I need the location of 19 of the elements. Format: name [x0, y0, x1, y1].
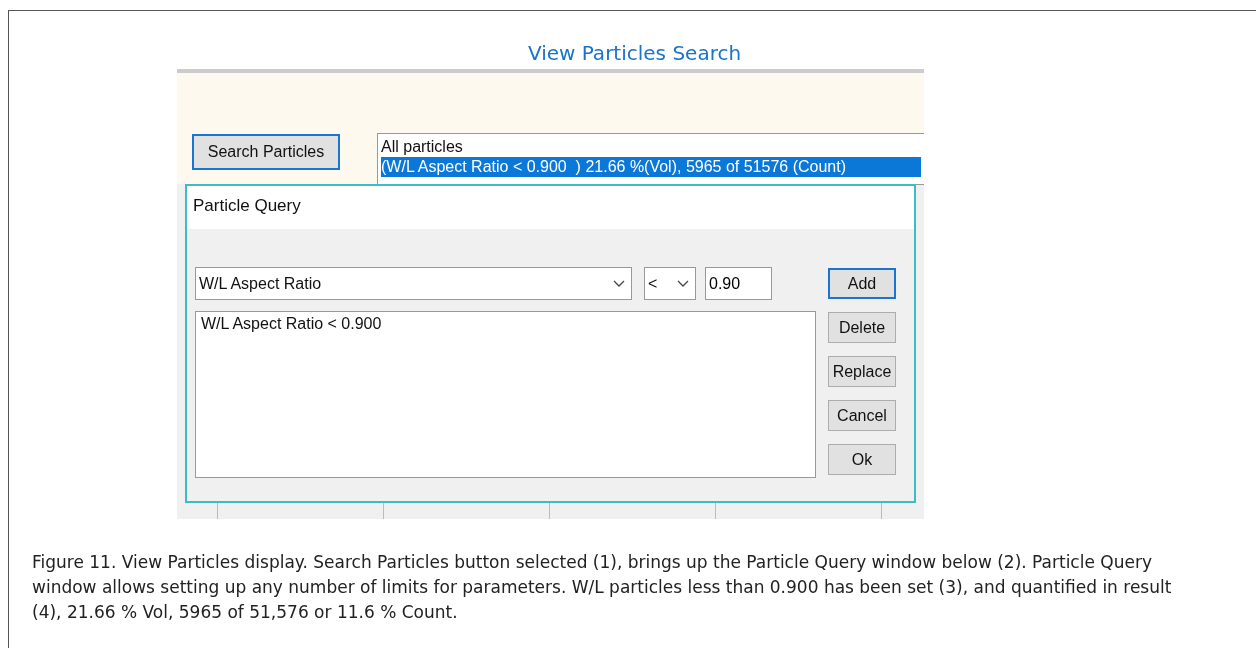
- condition-item[interactable]: W/L Aspect Ratio < 0.900: [201, 315, 810, 333]
- dialog-button[interactable]: Cancel: [828, 400, 896, 431]
- chevron-down-icon: [613, 279, 625, 288]
- results-list-item[interactable]: All particles: [381, 137, 921, 157]
- dialog-title: Particle Query: [187, 186, 914, 229]
- chevron-down-icon: [677, 279, 689, 288]
- dialog-button[interactable]: Add: [828, 268, 896, 299]
- figure-heading: View Particles Search: [527, 40, 742, 66]
- figure-caption: Figure 11. View Particles display. Search Particles button selected (1), brings up the Particle Query window below (2). Particle Query window allows setting up any number of limits for parameters. W/L particles less than 0.900 has been set (3), and quantified in result (4), 21.66 % Vol, 5965 of 51,576 or 11.6 % Count.: [32, 551, 1173, 624]
- results-list[interactable]: All particles (W/L Aspect Ratio < 0.900 ) 21.66 %(Vol), 5965 of 51576 (Count): [377, 133, 924, 185]
- dialog-button[interactable]: Ok: [828, 444, 896, 475]
- operator-dropdown[interactable]: <: [644, 267, 696, 300]
- conditions-list[interactable]: W/L Aspect Ratio < 0.900: [195, 311, 816, 478]
- parameter-dropdown[interactable]: W/L Aspect Ratio: [195, 267, 632, 300]
- search-particles-button[interactable]: Search Particles: [192, 134, 340, 170]
- dialog-button[interactable]: Delete: [828, 312, 896, 343]
- results-list-item[interactable]: (W/L Aspect Ratio < 0.900 ) 21.66 %(Vol), 5965 of 51576 (Count): [381, 157, 921, 177]
- value-field[interactable]: 0.90: [705, 267, 772, 300]
- dialog-button[interactable]: Replace: [828, 356, 896, 387]
